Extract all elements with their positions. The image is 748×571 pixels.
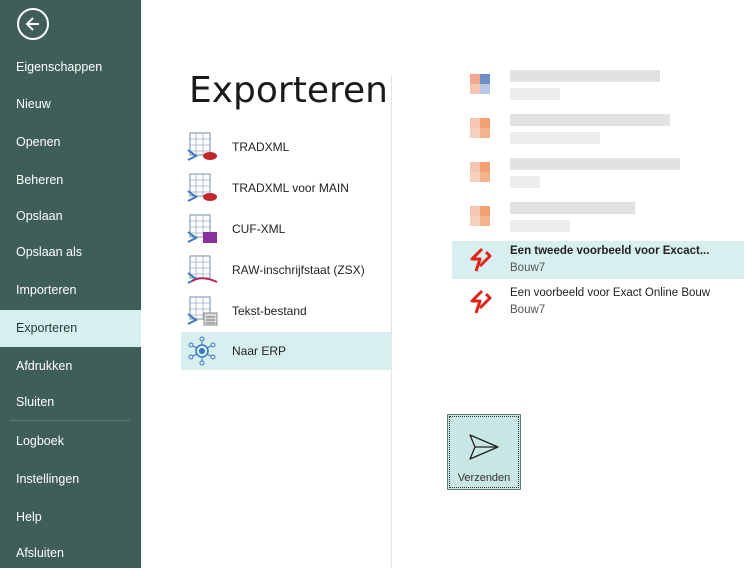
erp-connection-item[interactable]: Een voorbeeld voor Exact Online Bouw Bou…	[452, 283, 744, 321]
export-option-label: CUF-XML	[232, 222, 286, 236]
nav-exporteren[interactable]: Exporteren	[0, 310, 141, 347]
nav-nieuw[interactable]: Nieuw	[0, 86, 141, 122]
nav-sluiten[interactable]: Sluiten	[0, 384, 141, 420]
export-option-label: Naar ERP	[232, 344, 287, 358]
erp-connection-item[interactable]: Een tweede voorbeeld voor Excact... Bouw…	[452, 241, 744, 279]
nav-afdrukken[interactable]: Afdrukken	[0, 348, 141, 384]
back-button[interactable]	[17, 8, 49, 40]
blurred-icon	[460, 160, 500, 184]
blurred-icon	[460, 72, 500, 96]
send-button-label: Verzenden	[457, 472, 511, 484]
erp-connection-title: Een tweede voorbeeld voor Excact...	[510, 245, 710, 257]
erp-network-icon	[188, 336, 216, 366]
nav-opslaan-als[interactable]: Opslaan als	[0, 234, 141, 270]
blurred-subtitle	[510, 176, 540, 188]
erp-connection-subtitle: Bouw7	[510, 304, 546, 316]
nav-opslaan[interactable]: Opslaan	[0, 198, 141, 234]
nav-openen[interactable]: Openen	[0, 124, 141, 160]
export-option-cuf-xml[interactable]: CUF-XML	[181, 210, 391, 248]
nav-instellingen[interactable]: Instellingen	[0, 461, 141, 497]
exact-logo-icon	[470, 289, 492, 314]
export-option-label: Tekst-bestand	[232, 304, 307, 318]
tradxml-main-icon	[187, 173, 217, 202]
blurred-title	[510, 70, 660, 82]
nav-afsluiten[interactable]: Afsluiten	[0, 535, 141, 571]
nav-eigenschappen[interactable]: Eigenschappen	[0, 49, 141, 85]
nav-help[interactable]: Help	[0, 499, 141, 535]
export-option-text-file[interactable]: Tekst-bestand	[181, 292, 391, 330]
blurred-title	[510, 114, 670, 126]
nav-beheren[interactable]: Beheren	[0, 162, 141, 198]
export-option-label: TRADXML voor MAIN	[232, 181, 349, 195]
export-option-tradxml-main[interactable]: TRADXML voor MAIN	[181, 169, 391, 207]
blurred-icon	[460, 116, 500, 140]
blurred-subtitle	[510, 88, 560, 100]
nav-divider	[10, 420, 130, 421]
export-option-raw[interactable]: RAW-inschrijfstaat (ZSX)	[181, 251, 391, 289]
tradxml-icon	[187, 132, 217, 161]
blurred-subtitle	[510, 220, 570, 232]
export-option-tradxml[interactable]: TRADXML	[181, 128, 391, 166]
send-button[interactable]: Verzenden	[447, 414, 521, 490]
nav-logboek[interactable]: Logboek	[0, 423, 141, 459]
sidebar: Eigenschappen Nieuw Openen Beheren Opsla…	[0, 0, 141, 568]
exact-logo-icon	[470, 247, 492, 272]
erp-connection-blurred[interactable]	[452, 62, 744, 106]
cuf-xml-icon	[187, 214, 217, 243]
erp-connection-blurred[interactable]	[452, 150, 744, 194]
arrow-left-icon	[25, 17, 39, 31]
erp-connection-subtitle: Bouw7	[510, 262, 546, 274]
text-file-icon	[187, 296, 218, 326]
export-option-naar-erp[interactable]: Naar ERP	[181, 332, 391, 370]
raw-icon	[187, 255, 218, 284]
erp-connection-blurred[interactable]	[452, 106, 744, 150]
blurred-icon	[460, 204, 500, 228]
page-title: Exporteren	[189, 70, 388, 111]
export-option-label: RAW-inschrijfstaat (ZSX)	[232, 263, 365, 277]
send-icon	[469, 434, 499, 460]
blurred-title	[510, 158, 680, 170]
erp-connection-blurred[interactable]	[452, 194, 744, 238]
nav-importeren[interactable]: Importeren	[0, 272, 141, 308]
blurred-subtitle	[510, 132, 600, 144]
blurred-title	[510, 202, 635, 214]
panel-divider	[391, 75, 392, 568]
erp-connection-title: Een voorbeeld voor Exact Online Bouw	[510, 287, 711, 299]
export-option-label: TRADXML	[232, 140, 290, 154]
